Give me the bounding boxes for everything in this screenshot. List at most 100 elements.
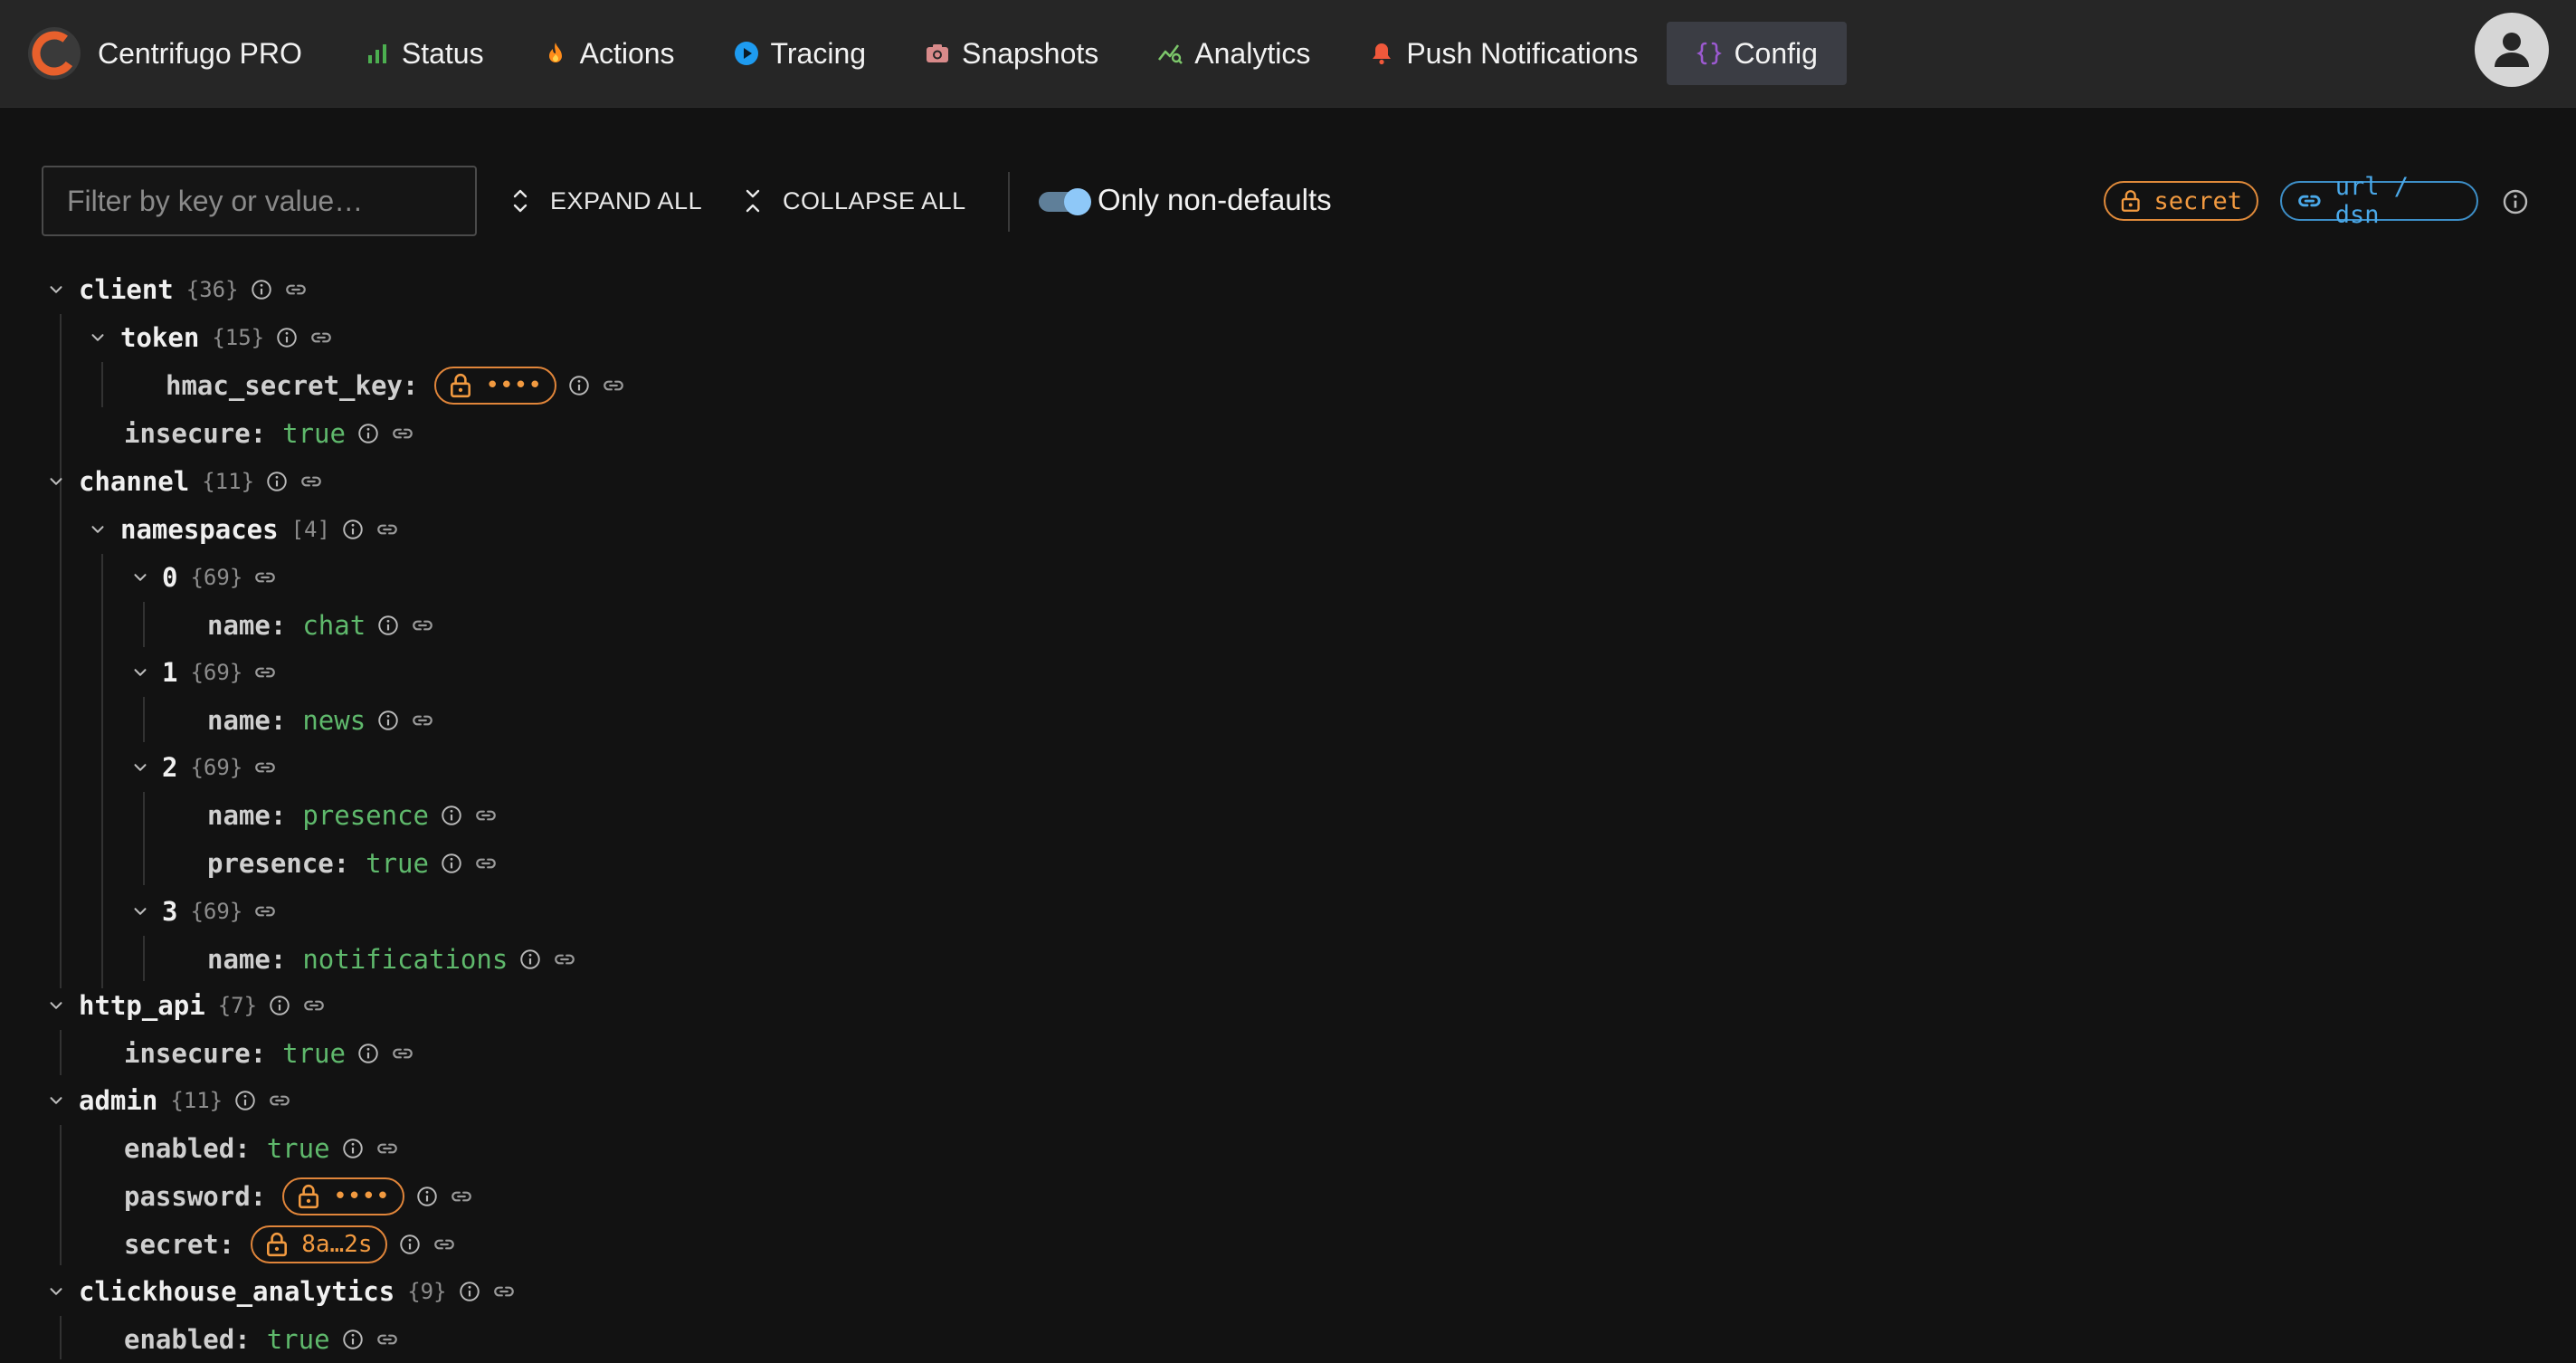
tree-node-channel[interactable]: channel {11} [79,458,323,505]
tree-node-namespace-3[interactable]: 3 {69} [162,888,277,935]
chevron-down-icon[interactable] [46,472,66,491]
link-icon[interactable] [450,1185,473,1208]
link-icon[interactable] [411,709,434,732]
link-icon[interactable] [253,900,277,923]
nav-analytics[interactable]: Analytics [1127,22,1339,85]
info-icon[interactable] [250,278,273,301]
info-icon[interactable] [2501,187,2530,216]
link-icon[interactable] [433,1233,456,1256]
expand-all-button[interactable]: EXPAND ALL [510,177,702,224]
tree-node-namespace-2[interactable]: 2 {69} [162,744,277,791]
link-icon[interactable] [253,661,277,684]
user-avatar[interactable] [2475,13,2549,87]
info-icon[interactable] [376,614,400,637]
tree-leaf-admin-secret[interactable]: secret: 8a…2s [124,1221,456,1268]
link-icon[interactable] [553,948,576,971]
non-defaults-label[interactable]: Only non-defaults [1098,183,1332,217]
link-icon[interactable] [253,756,277,779]
nav-config-label: Config [1734,36,1818,70]
tree-node-clickhouse-analytics[interactable]: clickhouse_analytics {9} [79,1268,516,1315]
non-defaults-toggle[interactable] [1039,188,1091,215]
chevron-down-icon[interactable] [88,328,108,348]
chevron-down-icon[interactable] [130,901,150,921]
link-icon[interactable] [492,1280,516,1303]
tree-leaf-namespace-3-name[interactable]: name: notifications [207,936,576,983]
link-icon[interactable] [284,278,308,301]
collapse-all-button[interactable]: COLLAPSE ALL [743,177,966,224]
expand-all-label: EXPAND ALL [550,186,703,214]
link-icon[interactable] [299,470,323,493]
info-icon[interactable] [341,1137,365,1160]
info-icon[interactable] [265,470,289,493]
chevron-down-icon[interactable] [46,1282,66,1301]
info-icon[interactable] [567,374,591,397]
secret-value-pill[interactable]: •••• [434,367,556,405]
info-icon[interactable] [440,804,463,827]
tree-node-namespaces[interactable]: namespaces [4] [120,506,399,553]
tree-leaf-clickhouse-enabled[interactable]: enabled: true [124,1316,399,1363]
info-icon[interactable] [233,1089,257,1112]
info-icon[interactable] [458,1280,481,1303]
secret-value-pill[interactable]: 8a…2s [251,1225,387,1263]
secret-value-pill[interactable]: •••• [282,1177,404,1215]
chevron-down-icon[interactable] [130,662,150,682]
link-icon[interactable] [474,852,498,875]
tree-leaf-admin-password[interactable]: password: •••• [124,1173,473,1220]
tree-node-namespace-1[interactable]: 1 {69} [162,649,277,696]
link-icon[interactable] [602,374,625,397]
chevron-down-icon[interactable] [46,280,66,300]
leaf-key: name: [207,800,287,831]
info-icon[interactable] [341,1328,365,1351]
link-icon[interactable] [391,422,414,445]
link-icon[interactable] [375,518,399,541]
nav-status-label: Status [401,36,484,70]
brand[interactable]: Centrifugo PRO [27,26,302,81]
info-icon[interactable] [268,994,291,1017]
tree-node-admin[interactable]: admin {11} [79,1077,291,1124]
link-icon[interactable] [375,1137,399,1160]
chevron-down-icon[interactable] [130,567,150,587]
link-icon[interactable] [474,804,498,827]
tree-leaf-client-insecure[interactable]: insecure: true [124,410,414,457]
tree-leaf-namespace-1-name[interactable]: name: news [207,697,434,744]
chevron-down-icon[interactable] [46,996,66,1015]
nav-tracing[interactable]: Tracing [704,22,896,85]
node-key: 1 [162,657,178,688]
filter-input[interactable] [42,166,477,236]
tree-leaf-http-api-insecure[interactable]: insecure: true [124,1030,414,1077]
info-icon[interactable] [275,326,299,349]
nav-config[interactable]: Config [1667,22,1847,85]
info-icon[interactable] [356,422,380,445]
tree-node-http-api[interactable]: http_api {7} [79,982,326,1029]
nav-push-notifications[interactable]: Push Notifications [1339,22,1667,85]
tree-leaf-hmac-secret-key[interactable]: hmac_secret_key: •••• [166,362,625,409]
leaf-key: name: [207,944,287,975]
link-icon[interactable] [302,994,326,1017]
info-icon[interactable] [356,1042,380,1065]
info-icon[interactable] [398,1233,422,1256]
link-icon[interactable] [253,566,277,589]
tree-node-token[interactable]: token {15} [120,314,333,361]
link-icon[interactable] [309,326,333,349]
info-icon[interactable] [341,518,365,541]
info-icon[interactable] [376,709,400,732]
link-icon[interactable] [268,1089,291,1112]
nav-snapshots[interactable]: Snapshots [895,22,1127,85]
tree-node-namespace-0[interactable]: 0 {69} [162,554,277,601]
link-icon[interactable] [375,1328,399,1351]
nav-actions[interactable]: Actions [513,22,704,85]
info-icon[interactable] [518,948,542,971]
chevron-down-icon[interactable] [88,519,108,539]
info-icon[interactable] [440,852,463,875]
tree-leaf-admin-enabled[interactable]: enabled: true [124,1125,399,1172]
chevron-down-icon[interactable] [46,1091,66,1110]
link-icon[interactable] [391,1042,414,1065]
tree-leaf-namespace-2-name[interactable]: name: presence [207,792,498,839]
link-icon[interactable] [411,614,434,637]
tree-leaf-namespace-2-presence[interactable]: presence: true [207,840,498,887]
info-icon[interactable] [415,1185,439,1208]
nav-status[interactable]: Status [335,22,513,85]
tree-leaf-namespace-0-name[interactable]: name: chat [207,602,434,649]
tree-node-client[interactable]: client {36} [79,266,308,313]
chevron-down-icon[interactable] [130,758,150,777]
